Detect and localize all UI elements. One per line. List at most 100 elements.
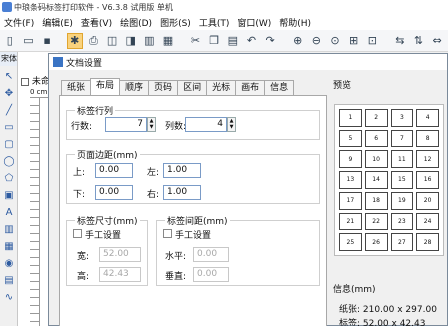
margin-bottom-label: 下:	[73, 190, 86, 200]
stamp-icon[interactable]: ◉	[2, 256, 16, 270]
page-margins-group: 页面边距(mm) 上: 0.00 左: 1.00 下: 0.00 右: 1.00	[66, 148, 320, 204]
tab-0[interactable]: 纸张	[61, 80, 92, 95]
print-icon[interactable]: ⎙	[86, 33, 102, 49]
paste-icon[interactable]: ▤	[225, 33, 241, 49]
zoom-fit-icon[interactable]: ⊙	[327, 33, 343, 49]
tab-4[interactable]: 区间	[177, 80, 208, 95]
menu-item[interactable]: 图形(S)	[156, 16, 195, 29]
menu-item[interactable]: 文件(F)	[0, 16, 38, 29]
preview-cell: 2	[364, 109, 388, 127]
margin-right-input[interactable]: 1.00	[163, 185, 201, 200]
settings-icon[interactable]: ✱	[66, 32, 83, 49]
tab-2[interactable]: 顺序	[119, 80, 150, 95]
preview-grid: 1 2 3 4 5 6 7 8 9 10 11 12 13 14 15 16 17 18 19 20 21 22 23 24 2…	[336, 106, 442, 254]
distribute-icon[interactable]: ⇔	[429, 33, 445, 49]
undo-icon[interactable]: ↶	[244, 33, 260, 49]
polygon-icon[interactable]: ⬠	[2, 171, 16, 185]
preview-cell: 9	[339, 150, 362, 169]
align2-icon[interactable]: ⇅	[411, 33, 427, 49]
preview-cell: 8	[416, 129, 439, 148]
document-tab[interactable]: 未命	[21, 74, 50, 87]
menu-item[interactable]: 工具(T)	[195, 16, 234, 29]
tab-6[interactable]: 画布	[235, 80, 266, 95]
table-icon[interactable]: ▤	[2, 273, 16, 287]
preview-cell: 16	[416, 171, 439, 189]
menu-bar: 文件(F) 编辑(E) 查看(V) 绘图(D) 图形(S) 工具(T) 窗口(W) 帮助(H)	[0, 15, 448, 30]
fit-icon[interactable]: ⊡	[364, 33, 380, 49]
menu-item[interactable]: 帮助(H)	[275, 16, 315, 29]
margin-bottom-input[interactable]: 0.00	[95, 185, 133, 200]
cut-icon[interactable]: ✂	[188, 33, 204, 49]
toolbar: ▯ ▭ ▪ ✱ ⎙ ◫ ◨ ▥ ▦ ✂ ❐ ▤ ↶ ↷ ⊕ ⊖ ⊙ ⊞ ⊡ ⇆ ⇅ ⇔	[0, 30, 448, 52]
align-icon[interactable]: ⇆	[392, 33, 408, 49]
label-spacing-title: 标签间距(mm)	[165, 214, 230, 227]
ellipse-icon[interactable]: ◯	[2, 154, 16, 168]
v-spacing-label: 垂直:	[165, 272, 187, 282]
rounded-rect-icon[interactable]: ▢	[2, 137, 16, 151]
curve-icon[interactable]: ∿	[2, 290, 16, 304]
preview-cell: 28	[416, 233, 439, 251]
menu-item[interactable]: 查看(V)	[77, 16, 116, 29]
rows-spinner[interactable]: ▲ ▼	[147, 117, 156, 132]
preview-cell: 22	[364, 212, 388, 231]
label-width-input[interactable]: 52.00	[99, 247, 141, 262]
cols-spinner[interactable]: ▲ ▼	[227, 117, 236, 132]
label-size-title: 标签尺寸(mm)	[75, 214, 140, 227]
preview-cell: 17	[339, 191, 362, 210]
menu-item[interactable]: 编辑(E)	[38, 16, 77, 29]
copy-icon[interactable]: ❐	[206, 33, 222, 49]
grid-icon[interactable]: ▦	[160, 33, 176, 49]
menu-item[interactable]: 窗口(W)	[233, 16, 275, 29]
preview-cell: 23	[390, 212, 414, 231]
label-height-input[interactable]: 42.43	[99, 267, 141, 282]
label-rows-cols-group: 标签行列 行数: 7 ▲ ▼ 列数: 4 ▲ ▼	[66, 104, 320, 140]
app-logo-icon	[2, 2, 12, 12]
cols-label: 列数:	[165, 122, 187, 132]
preview-cell: 10	[364, 150, 388, 169]
menu-item[interactable]: 绘图(D)	[116, 16, 156, 29]
print-setup-icon[interactable]: ◨	[123, 33, 139, 49]
tab-7[interactable]: 信息	[264, 80, 295, 95]
label-height-label: 高:	[77, 272, 90, 282]
tab-1[interactable]: 布局	[90, 78, 121, 95]
preview-cell: 1	[339, 109, 362, 127]
qrcode-tool-icon[interactable]: ▦	[2, 239, 16, 253]
label-spacing-manual-checkbox[interactable]	[163, 229, 172, 238]
label-size-manual-checkbox[interactable]	[73, 229, 82, 238]
hand-icon[interactable]: ✥	[2, 86, 16, 100]
document-tab-icon	[21, 77, 29, 86]
redo-icon[interactable]: ↷	[262, 33, 278, 49]
zoom-in-icon[interactable]: ⊕	[290, 33, 306, 49]
pointer-icon[interactable]: ↖	[2, 69, 16, 83]
save-icon[interactable]: ▪	[39, 33, 55, 49]
h-spacing-label: 水平:	[165, 252, 187, 262]
line-icon[interactable]: ╱	[2, 103, 16, 117]
font-selector[interactable]: 宋体	[0, 52, 17, 66]
barcode-tool-icon[interactable]: ▥	[2, 222, 16, 236]
preview-cell: 25	[339, 233, 362, 251]
v-spacing-input[interactable]: 0.00	[193, 267, 229, 282]
image-icon[interactable]: ▣	[2, 188, 16, 202]
rows-label: 行数:	[71, 122, 93, 132]
preview-cell: 13	[339, 171, 362, 189]
barcode-icon[interactable]: ▥	[142, 33, 158, 49]
preview-cell: 27	[390, 233, 414, 251]
cols-input[interactable]: 4	[185, 117, 227, 132]
tab-3[interactable]: 页码	[148, 80, 179, 95]
rows-input[interactable]: 7	[105, 117, 147, 132]
label-width-label: 宽:	[77, 252, 90, 262]
dialog-tabs: 纸张 布局 顺序 页码 区间 光标 画布 信息	[61, 78, 295, 96]
zoom-page-icon[interactable]: ⊞	[346, 33, 362, 49]
tab-5[interactable]: 光标	[206, 80, 237, 95]
toolbar-separator	[179, 33, 185, 49]
rectangle-icon[interactable]: ▭	[2, 120, 16, 134]
dialog-title-bar[interactable]: 文档设置	[49, 54, 447, 70]
margin-left-input[interactable]: 1.00	[163, 163, 201, 178]
open-icon[interactable]: ▭	[21, 33, 37, 49]
zoom-out-icon[interactable]: ⊖	[309, 33, 325, 49]
text-icon[interactable]: A	[2, 205, 16, 219]
margin-top-input[interactable]: 0.00	[95, 163, 133, 178]
print-preview-icon[interactable]: ◫	[104, 33, 120, 49]
new-icon[interactable]: ▯	[2, 33, 18, 49]
h-spacing-input[interactable]: 0.00	[193, 247, 229, 262]
